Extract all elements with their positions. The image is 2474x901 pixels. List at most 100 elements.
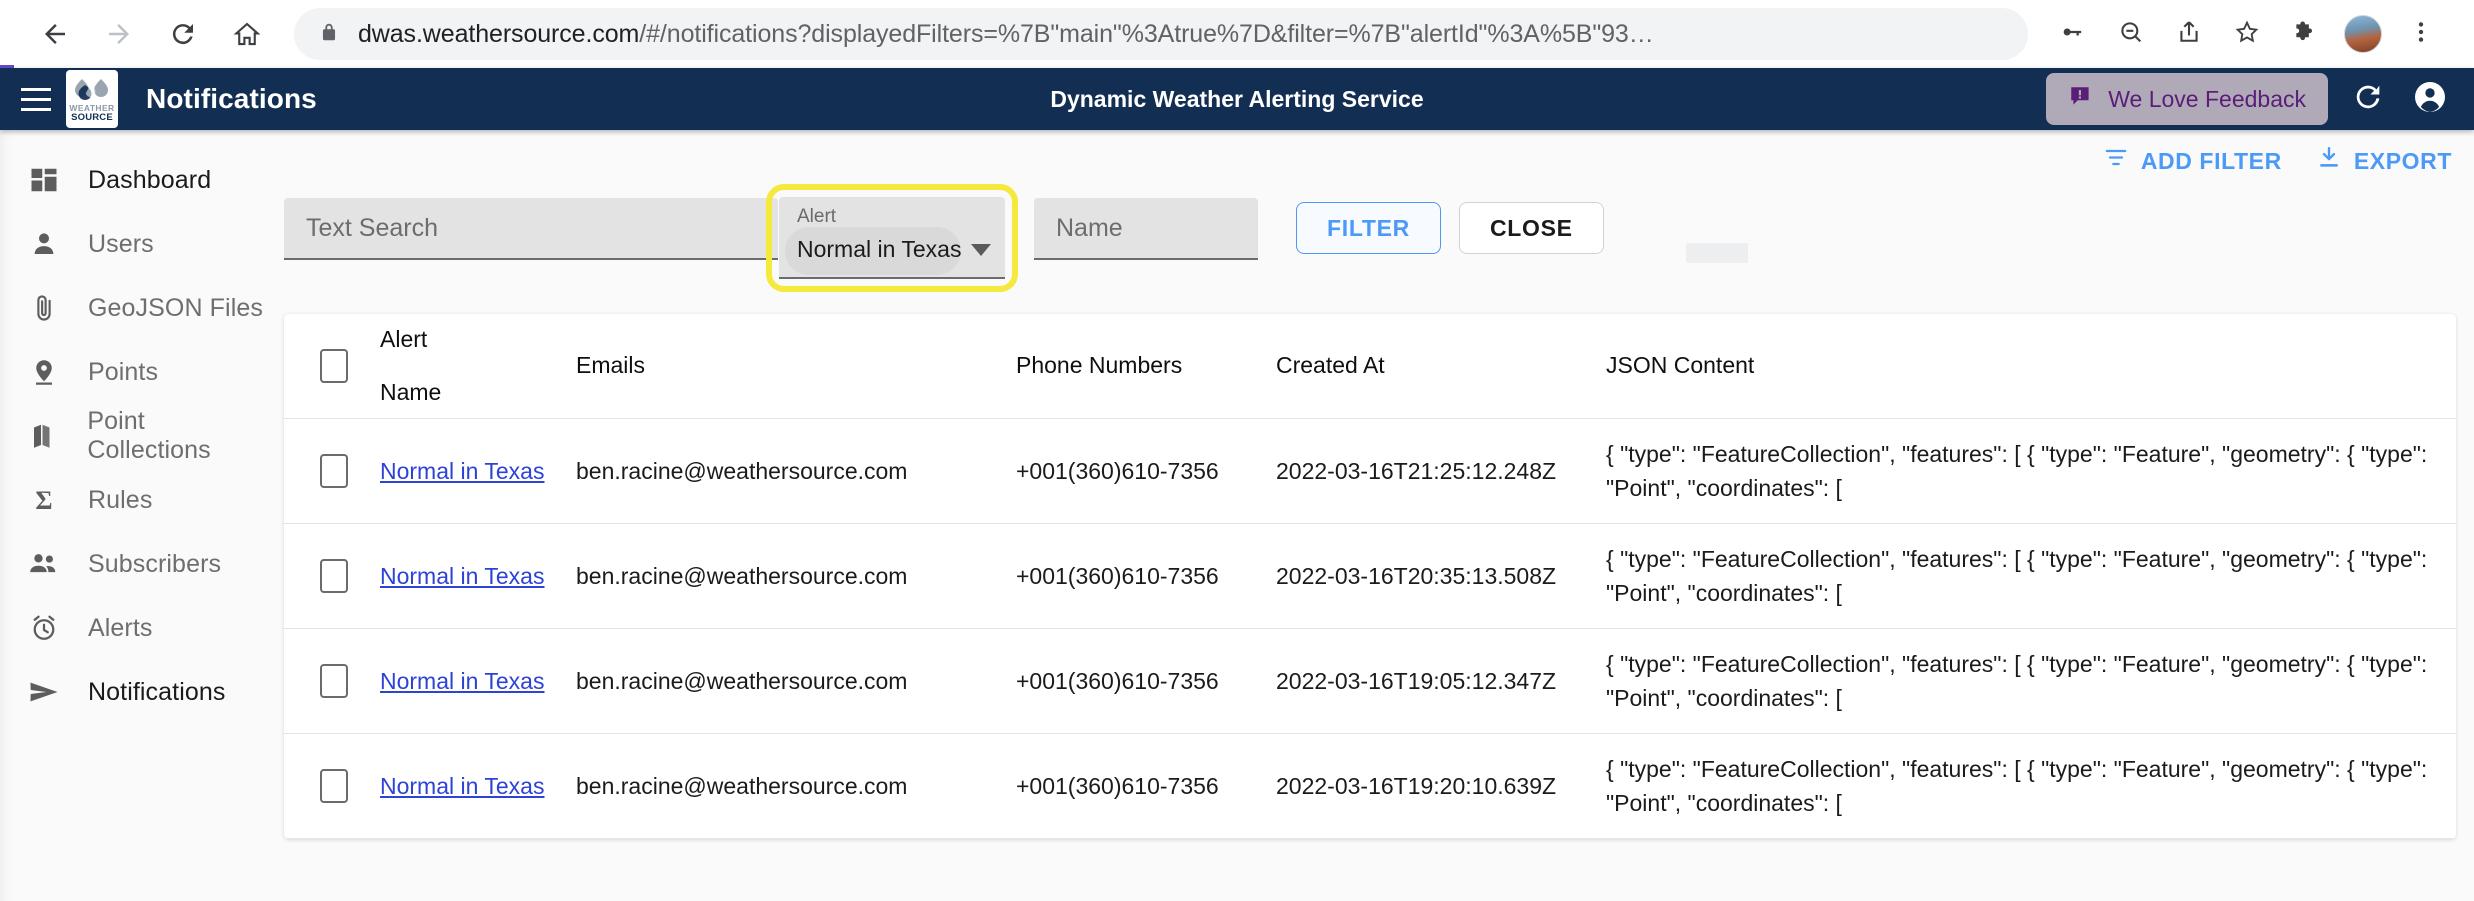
cell-phone: +001(360)610-7356 (1016, 418, 1276, 524)
sidebar-toggle-button[interactable] (8, 87, 64, 111)
forward-button[interactable] (90, 5, 148, 63)
back-button[interactable] (26, 5, 84, 63)
forward-arrow-icon (104, 19, 134, 49)
sigma-icon: Σ (26, 485, 62, 515)
water-drop-logo-icon (75, 79, 108, 100)
header-actions: We Love Feedback (2046, 73, 2474, 125)
column-label-line1: Alert (380, 325, 428, 352)
row-checkbox[interactable] (320, 768, 348, 803)
feedback-button[interactable]: We Love Feedback (2046, 73, 2328, 125)
zoom-out-icon (2117, 18, 2145, 51)
cell-json-content: { "type": "FeatureCollection", "features… (1606, 523, 2456, 629)
name-input[interactable]: Name (1034, 198, 1258, 260)
url-text: dwas.weathersource.com/#/notifications?d… (358, 19, 1654, 48)
sidebar-item-rules[interactable]: Σ Rules (0, 468, 272, 532)
password-key-button[interactable] (2046, 7, 2100, 61)
cell-json-content: { "type": "FeatureCollection", "features… (1606, 628, 2456, 734)
text-search-placeholder: Text Search (306, 213, 439, 242)
svg-text:Σ: Σ (35, 486, 52, 515)
page-title: Notifications (146, 83, 317, 114)
download-icon (2316, 145, 2342, 177)
json-content-text: { "type": "FeatureCollection", "features… (1606, 440, 2428, 501)
column-header-phone-numbers[interactable]: Phone Numbers (1016, 314, 1276, 419)
row-checkbox[interactable] (320, 663, 348, 698)
filter-button[interactable]: FILTER (1296, 202, 1441, 254)
account-circle-icon (2412, 79, 2448, 120)
row-select-cell (284, 418, 380, 524)
sidebar-item-notifications[interactable]: Notifications (0, 660, 272, 724)
filter-bar: Text Search Alert Normal in Texas Name F… (272, 184, 2474, 292)
feedback-flag-icon (2068, 84, 2094, 115)
avatar (2344, 15, 2382, 53)
browser-menu-button[interactable] (2394, 7, 2448, 61)
add-filter-button[interactable]: ADD FILTER (2103, 145, 2282, 177)
json-content-text: { "type": "FeatureCollection", "features… (1606, 650, 2428, 711)
sidebar-item-geojson-files[interactable]: GeoJSON Files (0, 276, 272, 340)
sidebar-item-alerts[interactable]: Alerts (0, 596, 272, 660)
cell-phone: +001(360)610-7356 (1016, 733, 1276, 839)
table-header-row: Alert Name Emails Phone Numbers Created … (284, 314, 2456, 419)
cell-created-at: 2022-03-16T19:20:10.639Z (1276, 733, 1606, 839)
sidebar-item-point-collections[interactable]: Point Collections (0, 404, 272, 468)
reload-button[interactable] (154, 5, 212, 63)
account-button[interactable] (2408, 77, 2452, 121)
table-row[interactable]: Normal in Texas ben.racine@weathersource… (284, 418, 2456, 524)
column-header-alert-name[interactable]: Alert Name (380, 314, 576, 419)
row-select-cell (284, 523, 380, 629)
map-folded-icon (26, 421, 61, 451)
add-filter-label: ADD FILTER (2140, 147, 2282, 174)
logo-line-2: SOURCE (71, 112, 113, 123)
bookmark-button[interactable] (2220, 7, 2274, 61)
json-content-text: { "type": "FeatureCollection", "features… (1606, 545, 2428, 606)
sidebar-item-points[interactable]: Points (0, 340, 272, 404)
sidebar-item-dashboard[interactable]: Dashboard (0, 148, 272, 212)
refresh-icon (2351, 80, 2385, 119)
row-checkbox[interactable] (320, 453, 348, 488)
alert-name-link[interactable]: Normal in Texas (380, 563, 544, 589)
address-bar[interactable]: dwas.weathersource.com/#/notifications?d… (294, 8, 2028, 60)
table-row[interactable]: Normal in Texas ben.racine@weathersource… (284, 628, 2456, 734)
alert-select[interactable]: Alert Normal in Texas (779, 197, 1005, 279)
browser-action-icons (2046, 7, 2448, 61)
browser-toolbar: dwas.weathersource.com/#/notifications?d… (0, 0, 2474, 68)
alert-name-link[interactable]: Normal in Texas (380, 668, 544, 694)
alert-name-link[interactable]: Normal in Texas (380, 773, 544, 799)
alert-name-link[interactable]: Normal in Texas (380, 458, 544, 484)
extensions-button[interactable] (2278, 7, 2332, 61)
refresh-button[interactable] (2346, 77, 2390, 121)
paperclip-icon (26, 293, 62, 323)
map-pin-icon (26, 357, 62, 387)
column-header-created-at[interactable]: Created At (1276, 314, 1606, 419)
cell-phone: +001(360)610-7356 (1016, 628, 1276, 734)
table-row[interactable]: Normal in Texas ben.racine@weathersource… (284, 733, 2456, 839)
table-head: Alert Name Emails Phone Numbers Created … (284, 314, 2456, 419)
column-header-json-content[interactable]: JSON Content (1606, 314, 2456, 419)
profile-button[interactable] (2336, 7, 2390, 61)
sidebar-item-users[interactable]: Users (0, 212, 272, 276)
sidebar-item-label: Users (88, 229, 154, 258)
sidebar-item-label: Points (88, 357, 159, 386)
cell-phone: +001(360)610-7356 (1016, 523, 1276, 629)
zoom-out-button[interactable] (2104, 7, 2158, 61)
sidebar-item-subscribers[interactable]: Subscribers (0, 532, 272, 596)
row-checkbox[interactable] (320, 558, 348, 593)
app-header: WEATHER SOURCE Notifications Dynamic Wea… (0, 68, 2474, 130)
table-row[interactable]: Normal in Texas ben.racine@weathersource… (284, 523, 2456, 629)
table-body: Normal in Texas ben.racine@weathersource… (284, 418, 2456, 839)
chevron-down-icon[interactable] (971, 243, 991, 256)
cell-created-at: 2022-03-16T21:25:12.248Z (1276, 418, 1606, 524)
column-header-emails[interactable]: Emails (576, 314, 1016, 419)
puzzle-piece-icon (2291, 18, 2319, 51)
cell-email: ben.racine@weathersource.com (576, 418, 1016, 524)
alarm-clock-icon (26, 613, 62, 643)
text-search-input[interactable]: Text Search (284, 198, 778, 260)
export-button[interactable]: EXPORT (2316, 145, 2452, 177)
cell-alert-name: Normal in Texas (380, 523, 576, 629)
home-button[interactable] (218, 5, 276, 63)
column-label-line2: Name (380, 378, 442, 405)
close-button[interactable]: CLOSE (1458, 202, 1604, 254)
share-button[interactable] (2162, 7, 2216, 61)
sidebar-item-label: Alerts (88, 613, 153, 642)
select-all-checkbox[interactable] (320, 348, 348, 383)
sidebar-item-label: Dashboard (88, 165, 212, 194)
